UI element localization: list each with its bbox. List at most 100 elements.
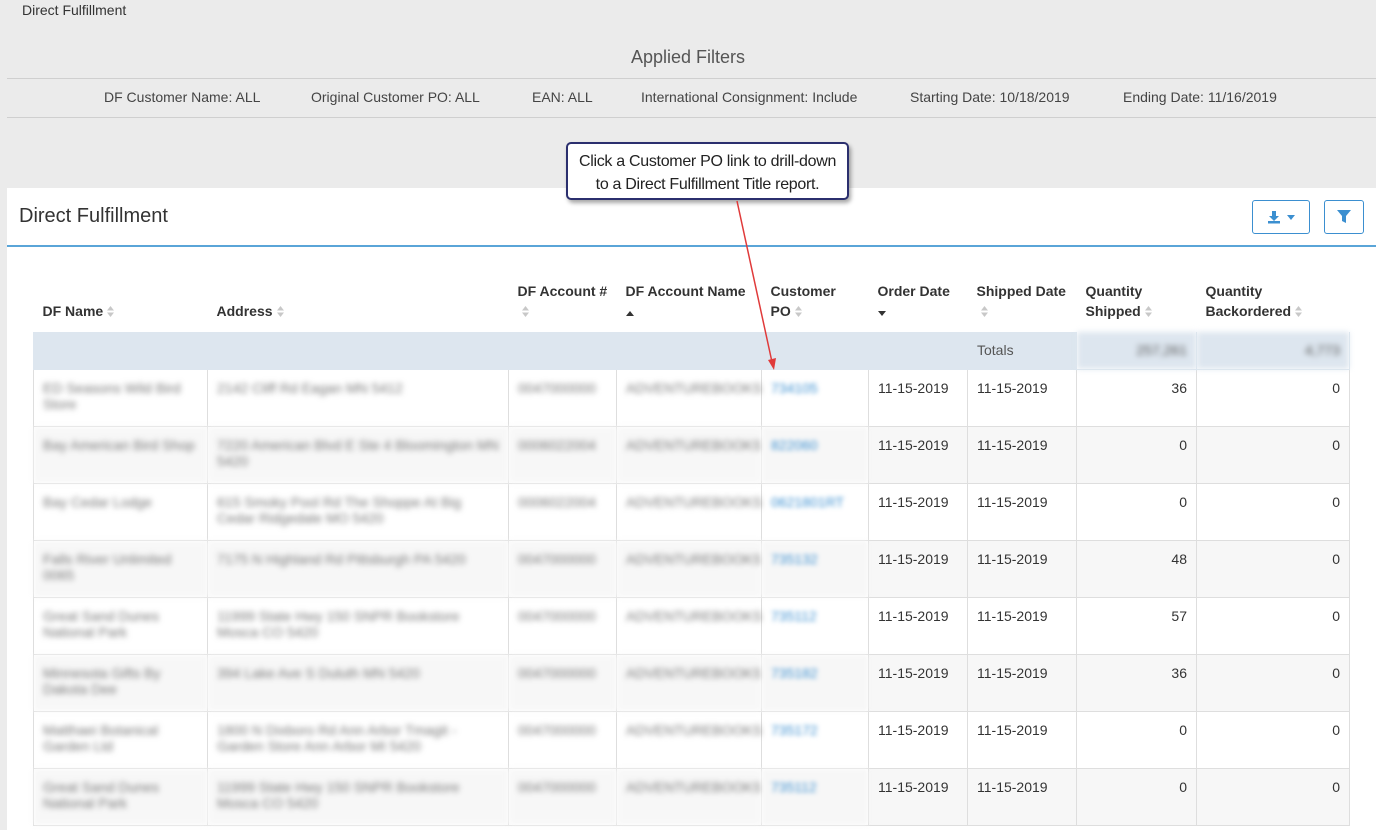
address-cell: 7175 N Highland Rd Pittsburgh PA 5420 xyxy=(207,540,509,598)
order-date-cell: 11-15-2019 xyxy=(868,483,968,541)
col-header-quantity-shipped[interactable]: Quantity Shipped xyxy=(1077,274,1197,332)
sort-icon xyxy=(276,302,284,322)
quantity-shipped-cell: 0 xyxy=(1076,768,1197,826)
col-header-df-account[interactable]: DF Account # xyxy=(509,274,617,332)
df-account-name-cell: ADVENTUREBOOKS xyxy=(616,483,762,541)
customer-po-link[interactable]: 0621801RT xyxy=(761,483,869,541)
filter-international-consignment: International Consignment: Include xyxy=(641,89,858,105)
quantity-shipped-cell: 0 xyxy=(1076,711,1197,769)
df-name-cell: Great Sand Dunes National Park xyxy=(33,768,208,826)
col-header-order-date[interactable]: Order Date xyxy=(869,274,968,332)
breadcrumb: Direct Fulfillment xyxy=(22,2,127,18)
shipped-date-cell: 11-15-2019 xyxy=(967,369,1077,427)
df-account-name-cell: ADVENTUREBOOKS xyxy=(616,369,762,427)
shipped-date-cell: 11-15-2019 xyxy=(967,768,1077,826)
customer-po-link[interactable]: 734105 xyxy=(761,369,869,427)
address-cell: 11999 State Hwy 150 SNPR Bookstore Mosca… xyxy=(207,768,509,826)
col-header-shipped-date[interactable]: Shipped Date xyxy=(968,274,1077,332)
totals-row: Totals 257,261 4,773 xyxy=(33,332,1350,370)
order-date-cell: 11-15-2019 xyxy=(868,369,968,427)
filter-icon xyxy=(1337,210,1351,223)
applied-filters-title: Applied Filters xyxy=(630,47,746,67)
direct-fulfillment-table: DF Name Address DF Account # DF Account … xyxy=(33,274,1350,826)
order-date-cell: 11-15-2019 xyxy=(868,540,968,598)
order-date-cell: 11-15-2019 xyxy=(868,654,968,712)
df-name-cell: Minnesota Gifts By Dakota Dee xyxy=(33,654,208,712)
df-account-name-cell: ADVENTUREBOOKS xyxy=(616,426,762,484)
panel-title: Direct Fulfillment xyxy=(19,205,168,227)
totals-quantity-shipped: 257,261 xyxy=(1076,332,1197,370)
quantity-shipped-cell: 36 xyxy=(1076,369,1197,427)
filter-starting-date: Starting Date: 10/18/2019 xyxy=(910,89,1070,105)
sort-icon xyxy=(980,302,988,322)
sort-icon xyxy=(1144,302,1152,322)
df-account-cell: 0047000000 xyxy=(508,768,617,826)
df-account-cell: 0047000000 xyxy=(508,654,617,712)
customer-po-link[interactable]: 735182 xyxy=(761,654,869,712)
totals-label: Totals xyxy=(967,332,1077,370)
df-account-name-cell: ADVENTUREBOOKS xyxy=(616,597,762,655)
filter-original-customer-po: Original Customer PO: ALL xyxy=(311,89,480,105)
sort-asc-icon xyxy=(625,302,634,322)
quantity-backordered-cell: 0 xyxy=(1196,711,1350,769)
quantity-shipped-cell: 0 xyxy=(1076,483,1197,541)
quantity-backordered-cell: 0 xyxy=(1196,483,1350,541)
df-name-cell: Matthaei Botanical Garden Ltd xyxy=(33,711,208,769)
filter-button[interactable] xyxy=(1324,200,1364,234)
col-header-address[interactable]: Address xyxy=(208,274,509,332)
col-header-customer-po[interactable]: Customer PO xyxy=(762,274,869,332)
df-account-cell: 0006022004 xyxy=(508,426,617,484)
callout-line-2: to a Direct Fulfillment Title report. xyxy=(595,176,820,193)
table-row: Great Sand Dunes National Park 11999 Stat… xyxy=(33,768,1350,826)
caret-down-icon xyxy=(1287,214,1295,220)
df-account-cell: 0047000000 xyxy=(508,369,617,427)
table-row: Falls River Unlimited 0065 7175 N Highlan… xyxy=(33,540,1350,598)
address-cell: 394 Lake Ave S Duluth MN 5420 xyxy=(207,654,509,712)
order-date-cell: 11-15-2019 xyxy=(868,426,968,484)
shipped-date-cell: 11-15-2019 xyxy=(967,654,1077,712)
col-header-quantity-backordered[interactable]: Quantity Backordered xyxy=(1197,274,1350,332)
shipped-date-cell: 11-15-2019 xyxy=(967,540,1077,598)
customer-po-link[interactable]: 735132 xyxy=(761,540,869,598)
shipped-date-cell: 11-15-2019 xyxy=(967,483,1077,541)
col-header-df-account-name[interactable]: DF Account Name xyxy=(617,274,762,332)
shipped-date-cell: 11-15-2019 xyxy=(967,597,1077,655)
quantity-shipped-cell: 0 xyxy=(1076,426,1197,484)
quantity-shipped-cell: 48 xyxy=(1076,540,1197,598)
totals-quantity-backordered: 4,773 xyxy=(1196,332,1350,370)
quantity-backordered-cell: 0 xyxy=(1196,540,1350,598)
customer-po-link[interactable]: 735172 xyxy=(761,711,869,769)
order-date-cell: 11-15-2019 xyxy=(868,597,968,655)
customer-po-link[interactable]: 822060 xyxy=(761,426,869,484)
df-account-cell: 0006022004 xyxy=(508,483,617,541)
table-row: Matthaei Botanical Garden Ltd 1800 N Dixb… xyxy=(33,711,1350,769)
df-name-cell: Bay Cedar Lodge xyxy=(33,483,208,541)
quantity-backordered-cell: 0 xyxy=(1196,426,1350,484)
download-icon xyxy=(1268,211,1280,224)
quantity-shipped-cell: 57 xyxy=(1076,597,1197,655)
address-cell: 7220 American Blvd E Ste 4 Bloomington M… xyxy=(207,426,509,484)
callout-annotation: Click a Customer PO link to drill-down t… xyxy=(566,142,849,200)
df-account-name-cell: ADVENTUREBOOKS xyxy=(616,654,762,712)
customer-po-link[interactable]: 735112 xyxy=(761,768,869,826)
order-date-cell: 11-15-2019 xyxy=(868,711,968,769)
df-account-name-cell: ADVENTUREBOOKS xyxy=(616,768,762,826)
export-button[interactable] xyxy=(1252,200,1310,234)
applied-filters-bar: DF Customer Name: ALL Original Customer … xyxy=(7,78,1376,118)
quantity-backordered-cell: 0 xyxy=(1196,654,1350,712)
table-row: Minnesota Gifts By Dakota Dee 394 Lake Av… xyxy=(33,654,1350,712)
df-account-name-cell: ADVENTUREBOOKS xyxy=(616,540,762,598)
table-row: ED Seasons Wild Bird Store 2142 Cliff Rd … xyxy=(33,369,1350,427)
quantity-backordered-cell: 0 xyxy=(1196,369,1350,427)
address-cell: 2142 Cliff Rd Eagan MN 5412 xyxy=(207,369,509,427)
col-header-df-name[interactable]: DF Name xyxy=(34,274,208,332)
order-date-cell: 11-15-2019 xyxy=(868,768,968,826)
address-cell: 1800 N Dixboro Rd Ann Arbor Tmagit - Gar… xyxy=(207,711,509,769)
df-name-cell: Falls River Unlimited 0065 xyxy=(33,540,208,598)
sort-icon xyxy=(1295,302,1303,322)
df-name-cell: Bay American Bird Shop xyxy=(33,426,208,484)
customer-po-link[interactable]: 735112 xyxy=(761,597,869,655)
address-cell: 11999 State Hwy 150 SNPR Bookstore Mosca… xyxy=(207,597,509,655)
df-account-cell: 0047000000 xyxy=(508,597,617,655)
filter-df-customer-name: DF Customer Name: ALL xyxy=(104,89,261,105)
